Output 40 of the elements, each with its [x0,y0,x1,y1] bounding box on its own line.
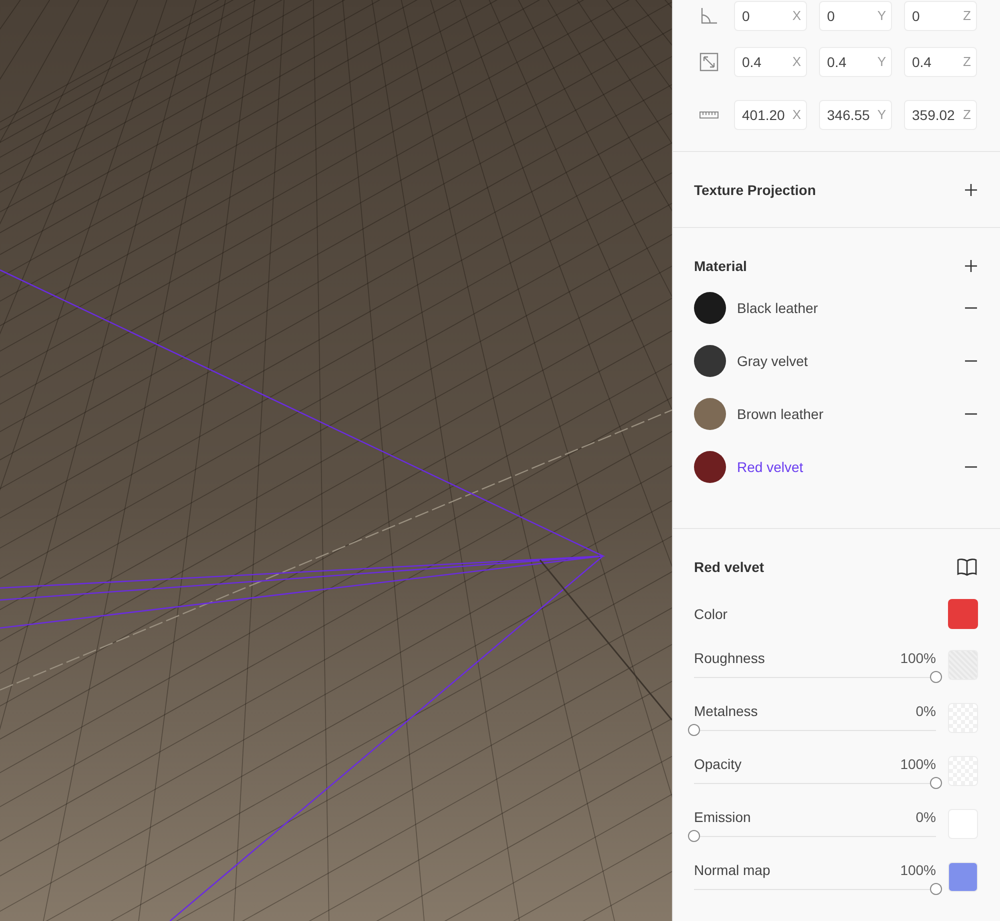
property-label: Normal map [694,862,770,880]
slider-thumb[interactable] [930,777,942,789]
slider-thumb[interactable] [930,671,942,683]
axis-label: X [792,106,801,122]
axis-label: X [792,54,801,70]
material-item[interactable]: Red velvet [737,458,953,474]
material-item[interactable]: Gray velvet [737,352,953,368]
property-reading: 100% [900,650,936,668]
axis-label: Y [877,106,886,122]
section-title: Red velvet [694,558,764,574]
axis-label: X [792,8,801,24]
property-reading: 0% [916,703,936,721]
axis-label: Y [877,8,886,24]
axis-label: Z [963,54,971,70]
property-reading: 100% [900,862,936,880]
color-swatch[interactable] [948,862,978,892]
property-label: Emission [694,809,751,827]
property-label: Opacity [694,756,742,774]
property-label: Color [694,606,728,622]
property-reading: 100% [900,756,936,774]
section-title: Material [694,258,747,274]
slider-thumb[interactable] [688,830,700,842]
property-label: Roughness [694,650,765,668]
add-icon[interactable] [964,182,978,196]
color-swatch[interactable] [948,599,978,629]
viewport-drawing[interactable] [0,0,672,921]
material-item[interactable]: Black leather [737,300,953,316]
property-label: Metalness [694,703,758,721]
add-icon[interactable] [964,259,978,273]
material-item[interactable]: Brown leather [737,406,953,422]
book-icon[interactable] [956,556,978,576]
axis-label: Z [963,8,971,24]
slider-thumb[interactable] [930,883,942,895]
axis-label: Y [877,54,886,70]
axis-label: Z [963,106,971,122]
angle-icon [699,6,719,26]
slider-thumb[interactable] [688,724,700,736]
property-reading: 0% [916,809,936,827]
resize-icon [699,52,719,72]
section-title: Texture Projection [694,182,816,198]
